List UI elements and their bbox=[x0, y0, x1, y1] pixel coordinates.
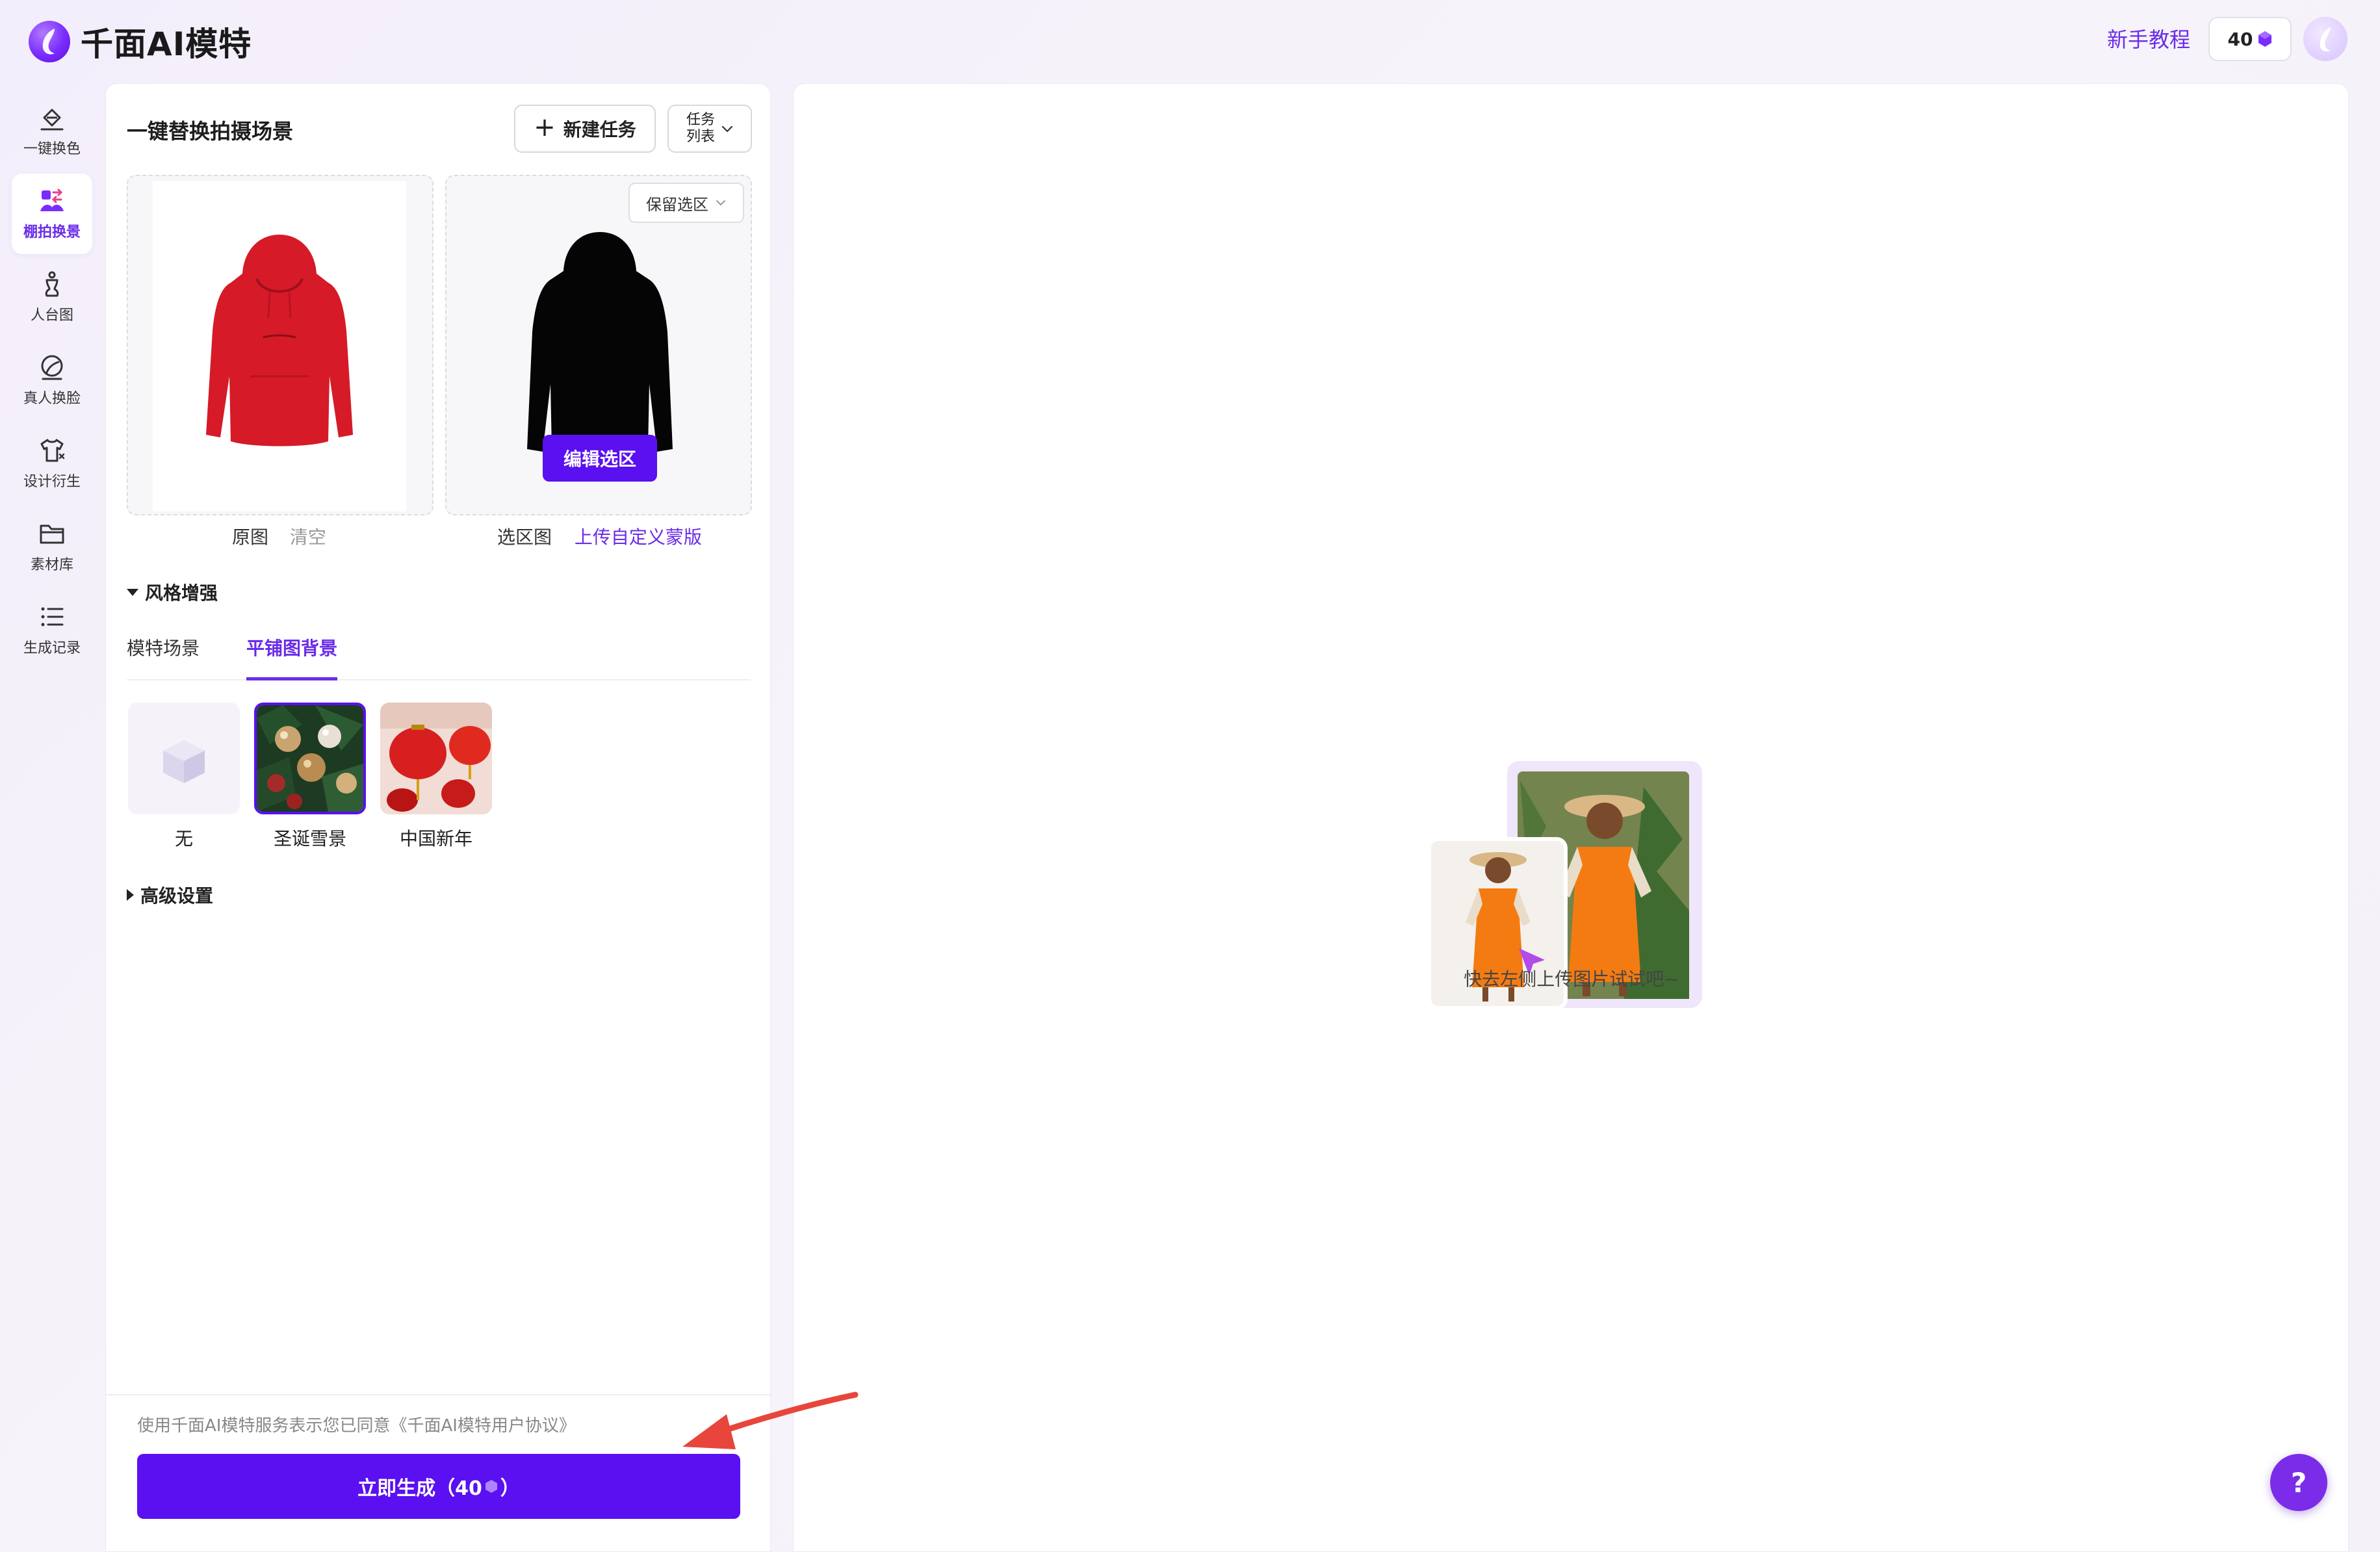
annotation-arrow-icon bbox=[682, 1391, 859, 1449]
task-list-label: 任务列表 bbox=[686, 112, 715, 145]
sidebar-item-mannequin[interactable]: 人台图 bbox=[12, 257, 92, 337]
help-button[interactable]: ? bbox=[2270, 1454, 2327, 1511]
app-logo[interactable]: 千面AI模特 bbox=[29, 18, 252, 65]
empty-state-text: 快去左侧上传图片试试吧~ bbox=[1464, 968, 1679, 990]
red-hoodie-image bbox=[206, 235, 353, 446]
sidebar-item-label: 素材库 bbox=[30, 557, 73, 573]
style-section-toggle[interactable]: 风格增强 bbox=[127, 579, 218, 605]
mask-label: 选区图 bbox=[497, 526, 552, 548]
upload-mask-link[interactable]: 上传自定义蒙版 bbox=[575, 526, 702, 548]
sidebar-item-label: 人台图 bbox=[30, 307, 73, 324]
face-swap-icon bbox=[41, 355, 63, 380]
sidebar-item-label: 棚拍换景 bbox=[23, 224, 81, 240]
folder-icon bbox=[40, 524, 64, 544]
chevron-down-icon bbox=[716, 200, 725, 206]
sidebar-item-design[interactable]: 设计衍生 bbox=[12, 423, 92, 504]
original-image bbox=[153, 181, 406, 511]
chevron-down-icon bbox=[721, 125, 733, 133]
new-task-label: 新建任务 bbox=[563, 119, 636, 140]
keep-selection-label: 保留选区 bbox=[646, 195, 708, 214]
cube-icon bbox=[163, 740, 205, 783]
gem-icon bbox=[485, 1480, 497, 1493]
paint-bucket-icon bbox=[40, 109, 64, 131]
generate-button[interactable]: 立即生成（40 ） bbox=[137, 1454, 740, 1519]
style-section-label: 风格增强 bbox=[145, 582, 218, 604]
credit-count: 40 bbox=[2227, 28, 2253, 50]
preset-label: 中国新年 bbox=[399, 828, 472, 849]
mannequin-icon bbox=[45, 271, 59, 297]
generate-suffix: ） bbox=[500, 1477, 520, 1500]
style-tabs: 模特场景 平铺图背景 bbox=[127, 627, 751, 680]
footer-divider bbox=[106, 1394, 770, 1395]
christmas-ornaments-image bbox=[257, 705, 363, 812]
advanced-section-label: 高级设置 bbox=[140, 885, 214, 907]
list-icon bbox=[41, 607, 64, 627]
sidebar-item-history[interactable]: 生成记录 bbox=[12, 589, 92, 670]
mask-image-box[interactable]: 保留选区 编辑选区 bbox=[445, 175, 752, 515]
settings-panel: 一键替换拍摄场景 + 新建任务 任务列表 保留选区 编辑选区 原图 清空 选区图… bbox=[105, 83, 771, 1552]
red-lanterns-image bbox=[380, 703, 492, 814]
sidebar-item-recolor[interactable]: 一键换色 bbox=[12, 90, 92, 171]
app-title: 千面AI模特 bbox=[81, 25, 252, 63]
advanced-section-toggle[interactable]: 高级设置 bbox=[127, 882, 213, 908]
edit-selection-button[interactable]: 编辑选区 bbox=[543, 435, 657, 482]
panel-title: 一键替换拍摄场景 bbox=[127, 119, 294, 144]
tab-flat-background[interactable]: 平铺图背景 bbox=[246, 627, 338, 680]
preset-none[interactable] bbox=[128, 703, 240, 814]
tab-model-scene[interactable]: 模特场景 bbox=[127, 627, 200, 680]
sidebar-nav: 一键换色 棚拍换景 人台图 真人换脸 设计衍生 素材库 生成记录 bbox=[0, 81, 104, 1552]
user-avatar[interactable] bbox=[2303, 17, 2348, 61]
sidebar-item-label: 真人换脸 bbox=[23, 391, 81, 407]
sidebar-item-label: 设计衍生 bbox=[23, 474, 81, 490]
generate-label: 立即生成（40 bbox=[357, 1477, 482, 1500]
sidebar-item-face-swap[interactable]: 真人换脸 bbox=[12, 340, 92, 420]
sidebar-item-library[interactable]: 素材库 bbox=[12, 506, 92, 587]
preset-label: 圣诞雪景 bbox=[273, 828, 346, 849]
task-list-button[interactable]: 任务列表 bbox=[667, 105, 752, 153]
original-image-box[interactable] bbox=[127, 175, 433, 515]
sidebar-item-label: 生成记录 bbox=[23, 640, 81, 656]
original-label: 原图 bbox=[232, 526, 269, 548]
original-caption: 原图 清空 bbox=[232, 523, 326, 549]
new-task-button[interactable]: + 新建任务 bbox=[514, 105, 656, 153]
sidebar-item-label: 一键换色 bbox=[23, 141, 81, 157]
mask-caption: 选区图 上传自定义蒙版 bbox=[497, 523, 702, 549]
result-canvas: 快去左侧上传图片试试吧~ ? bbox=[793, 83, 2349, 1552]
credit-balance[interactable]: 40 bbox=[2208, 17, 2292, 61]
plus-icon: + bbox=[534, 112, 556, 142]
scene-swap-icon bbox=[40, 188, 64, 211]
preset-christmas[interactable] bbox=[254, 703, 366, 814]
user-agreement-text[interactable]: 使用千面AI模特服务表示您已同意《千面AI模特用户协议》 bbox=[137, 1412, 576, 1436]
avatar-icon bbox=[2320, 27, 2331, 52]
tutorial-link[interactable]: 新手教程 bbox=[2107, 23, 2190, 53]
top-header: 千面AI模特 新手教程 40 bbox=[0, 0, 2380, 81]
preset-label: 无 bbox=[174, 828, 193, 849]
caret-down-icon bbox=[127, 588, 138, 596]
gem-icon bbox=[2258, 31, 2272, 47]
logo-icon bbox=[29, 21, 70, 62]
caret-right-icon bbox=[127, 889, 134, 901]
preset-chinese-new-year[interactable] bbox=[380, 703, 492, 814]
empty-state-illustration bbox=[1427, 761, 1702, 1010]
tshirt-icon bbox=[40, 439, 65, 462]
sidebar-item-scene-swap[interactable]: 棚拍换景 bbox=[12, 174, 92, 254]
keep-selection-dropdown[interactable]: 保留选区 bbox=[628, 183, 744, 223]
clear-button[interactable]: 清空 bbox=[290, 526, 326, 548]
